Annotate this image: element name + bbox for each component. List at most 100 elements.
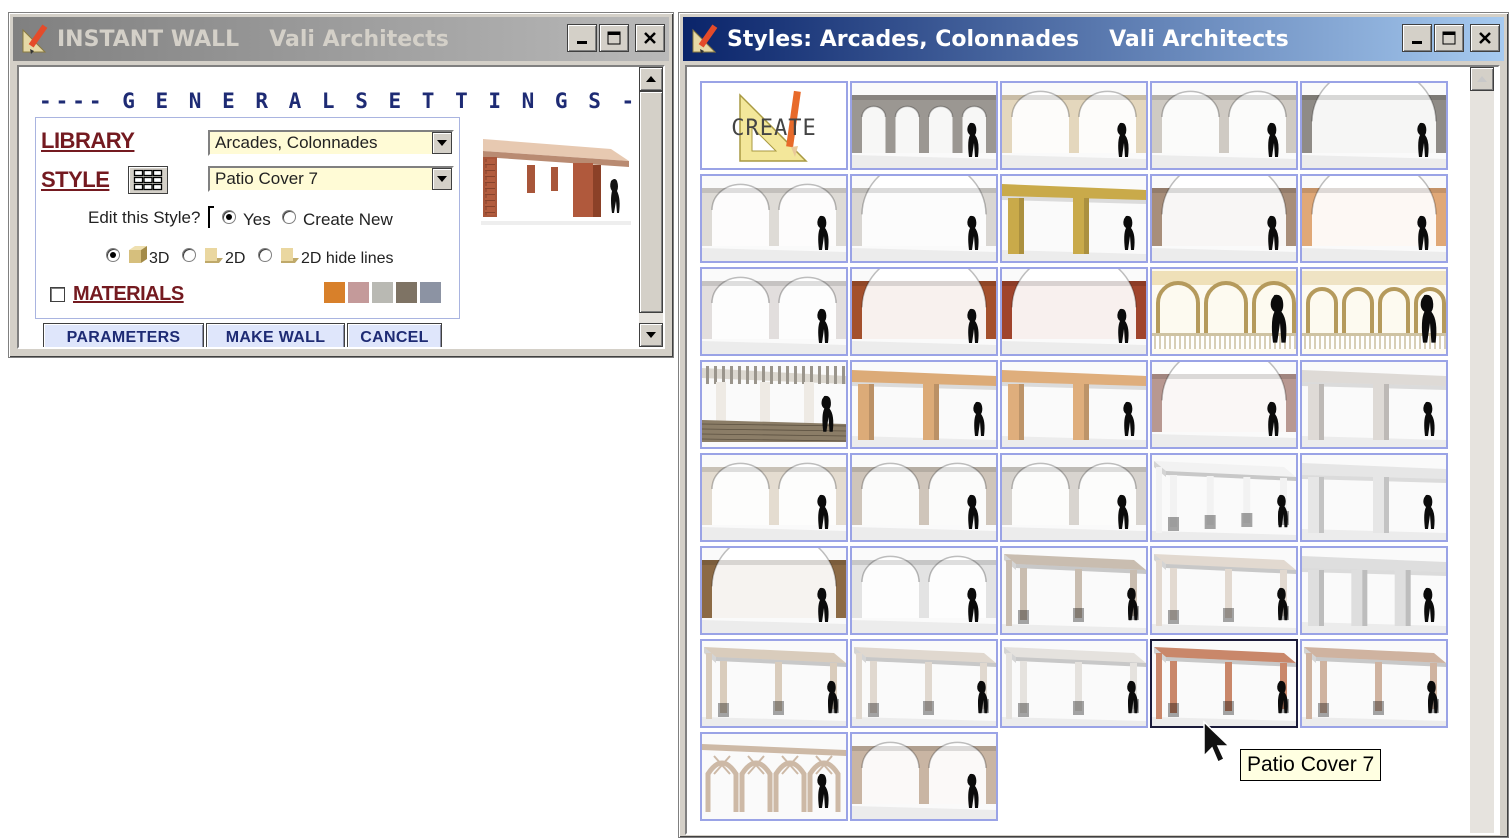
instant-wall-titlebar[interactable]: INSTANT WALL Vali Architects: [13, 17, 669, 61]
style-thumbnail[interactable]: [700, 732, 848, 821]
edit-create-new-radio[interactable]: [282, 210, 296, 224]
maximize-button[interactable]: [1434, 24, 1464, 52]
close-icon: [1479, 32, 1491, 44]
style-thumbnail[interactable]: [1150, 81, 1298, 170]
styles-titlebar[interactable]: Styles: Arcades, Colonnades Vali Archite…: [683, 17, 1504, 61]
style-thumbnail[interactable]: [700, 453, 848, 542]
material-swatch[interactable]: [420, 282, 441, 303]
edit-create-new-label[interactable]: Create New: [303, 210, 393, 230]
parameters-button[interactable]: PARAMETERS: [43, 323, 204, 347]
style-thumbnail[interactable]: [1150, 267, 1298, 356]
style-thumbnail[interactable]: [1000, 360, 1148, 449]
style-grid-button[interactable]: [128, 166, 168, 194]
materials-label[interactable]: MATERIALS: [73, 283, 184, 306]
style-preview: [702, 455, 846, 540]
materials-checkbox[interactable]: [50, 287, 65, 302]
minimize-icon: [577, 41, 587, 44]
create-style-tile[interactable]: CREATE: [700, 81, 848, 170]
scroll-down-button[interactable]: [639, 323, 663, 347]
pencil-ruler-icon: [692, 24, 718, 54]
style-thumbnail[interactable]: [1150, 174, 1298, 263]
view-2d-label[interactable]: 2D: [225, 250, 245, 268]
style-thumbnail[interactable]: [700, 546, 848, 635]
style-thumbnail[interactable]: [850, 453, 998, 542]
style-thumbnail[interactable]: [1300, 174, 1448, 263]
instant-wall-window: INSTANT WALL Vali Architects ---- G E N …: [8, 12, 674, 358]
style-thumbnail[interactable]: [850, 546, 998, 635]
style-thumbnail[interactable]: [1000, 546, 1148, 635]
style-preview: [1152, 548, 1296, 633]
edit-style-label: Edit this Style?: [88, 208, 201, 227]
style-thumbnail[interactable]: [1150, 639, 1298, 728]
style-preview: [852, 455, 996, 540]
style-thumbnail[interactable]: [850, 267, 998, 356]
right-vertical-scrollbar[interactable]: [1470, 67, 1494, 833]
edit-yes-radio[interactable]: [222, 210, 236, 224]
material-swatch[interactable]: [348, 282, 369, 303]
style-thumbnail[interactable]: [1000, 174, 1148, 263]
style-preview: [702, 734, 846, 819]
window-title: INSTANT WALL: [57, 26, 240, 52]
view-2d-hide-label[interactable]: 2D hide lines: [301, 250, 394, 268]
style-thumbnail[interactable]: [1300, 639, 1448, 728]
view-3d-radio[interactable]: [106, 248, 120, 262]
style-thumbnail[interactable]: [1000, 453, 1148, 542]
minimize-button[interactable]: [567, 24, 597, 52]
style-thumbnail[interactable]: [1000, 81, 1148, 170]
style-preview: [1002, 83, 1146, 168]
close-button[interactable]: [635, 24, 665, 52]
style-thumbnail[interactable]: [850, 360, 998, 449]
style-label[interactable]: STYLE: [41, 167, 110, 193]
cancel-button[interactable]: CANCEL: [347, 323, 442, 347]
maximize-icon: [1442, 31, 1456, 45]
close-button[interactable]: [1470, 24, 1500, 52]
chevron-down-icon[interactable]: [432, 168, 452, 190]
maximize-button[interactable]: [599, 24, 629, 52]
style-thumbnail[interactable]: [700, 174, 848, 263]
view-2d-radio[interactable]: [182, 248, 196, 262]
svg-text:CREATE: CREATE: [731, 116, 816, 141]
style-thumbnail[interactable]: [700, 360, 848, 449]
library-label[interactable]: LIBRARY: [41, 128, 135, 154]
left-vertical-scrollbar[interactable]: [639, 67, 663, 347]
view-3d-label[interactable]: 3D: [149, 250, 169, 268]
style-preview: [702, 548, 846, 633]
chevron-down-icon[interactable]: [432, 132, 452, 154]
style-thumbnail[interactable]: [700, 639, 848, 728]
view-2d-hide-radio[interactable]: [258, 248, 272, 262]
library-select[interactable]: Arcades, Colonnades: [208, 130, 454, 156]
scroll-up-button[interactable]: [1470, 67, 1494, 91]
edit-yes-label[interactable]: Yes: [243, 210, 271, 230]
style-preview: [702, 362, 846, 447]
pencil-ruler-icon: [22, 24, 48, 54]
style-thumbnail[interactable]: [1150, 546, 1298, 635]
style-thumbnail[interactable]: [850, 174, 998, 263]
make-wall-button[interactable]: MAKE WALL: [206, 323, 345, 347]
style-thumbnail[interactable]: [850, 81, 998, 170]
style-thumbnail[interactable]: [1300, 360, 1448, 449]
style-thumbnail[interactable]: [850, 639, 998, 728]
style-select[interactable]: Patio Cover 7: [208, 166, 454, 192]
style-thumbnail[interactable]: [1000, 639, 1148, 728]
minimize-button[interactable]: [1402, 24, 1432, 52]
style-thumbnail[interactable]: [1300, 453, 1448, 542]
style-preview: [1152, 455, 1296, 540]
style-thumbnail[interactable]: [700, 267, 848, 356]
material-swatch[interactable]: [324, 282, 345, 303]
style-thumbnail[interactable]: [850, 732, 998, 821]
style-preview: [1002, 176, 1146, 261]
style-thumbnail[interactable]: [1300, 546, 1448, 635]
scroll-thumb[interactable]: [639, 91, 663, 313]
scroll-up-button[interactable]: [639, 67, 663, 91]
tooltip: Patio Cover 7: [1240, 749, 1382, 781]
material-swatch[interactable]: [396, 282, 417, 303]
style-thumbnail[interactable]: [1000, 267, 1148, 356]
window-subtitle: Vali Architects: [269, 26, 449, 52]
material-swatch[interactable]: [372, 282, 393, 303]
style-thumbnail[interactable]: [1150, 453, 1298, 542]
style-thumbnail[interactable]: [1300, 81, 1448, 170]
style-preview-image: [481, 139, 631, 225]
style-thumbnail[interactable]: [1150, 360, 1298, 449]
style-thumbnail[interactable]: [1300, 267, 1448, 356]
create-icon: CREATE: [702, 83, 846, 168]
